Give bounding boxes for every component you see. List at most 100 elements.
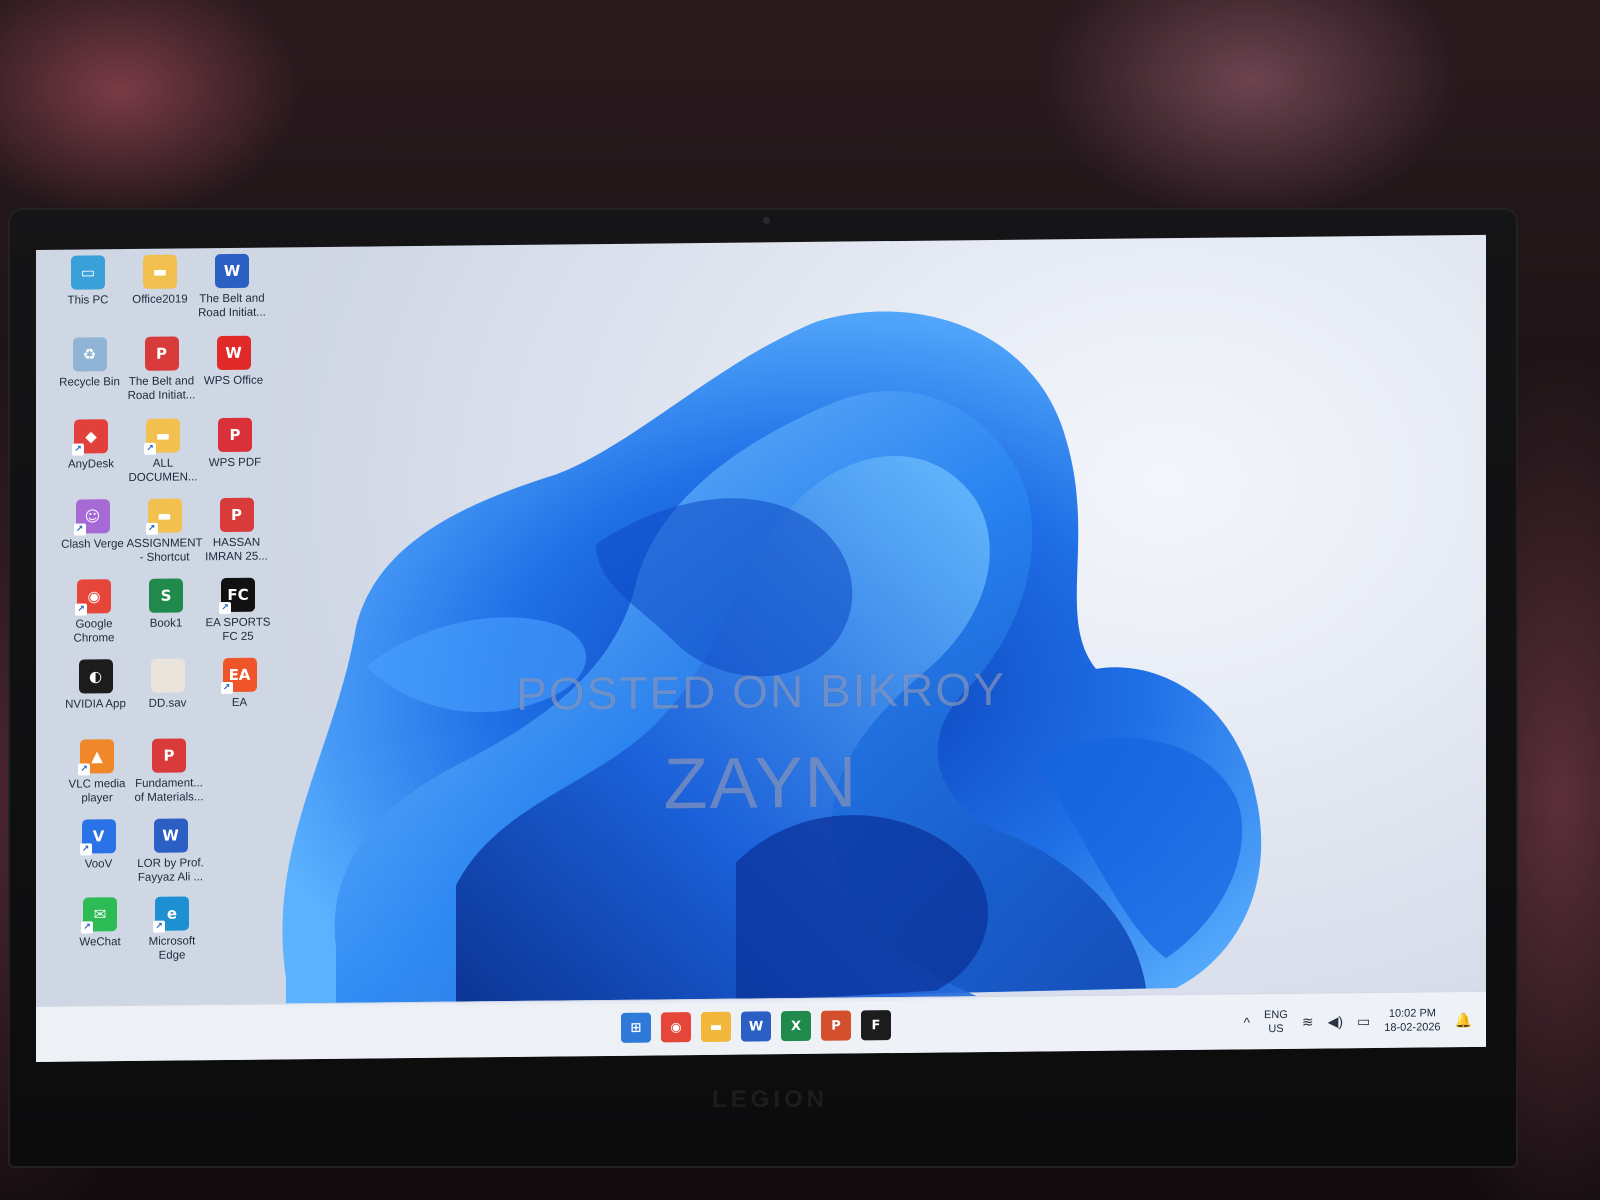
shortcut-arrow-icon: ↗ (219, 601, 231, 615)
notification-bell-icon[interactable]: 🔔 (1455, 1011, 1472, 1028)
desktop-icon-label: ASSIGNMENT - Shortcut (126, 537, 203, 564)
desktop-icon[interactable]: ✉ ↗ WeChat (62, 897, 138, 950)
system-tray: ^ ENG US ≋ ◀) ▭ 10:02 PM 18-02-2026 🔔 (1243, 1000, 1472, 1042)
keyboard-layout-code: US (1268, 1022, 1284, 1036)
desktop-icon[interactable]: ◐ NVIDIA App (58, 659, 134, 712)
show-hidden-icons-chevron-icon[interactable]: ^ (1243, 1014, 1250, 1030)
desktop-icon[interactable]: W WPS Office (196, 335, 272, 389)
folder-icon: ▬ (143, 254, 177, 289)
volume-icon[interactable]: ◀) (1328, 1013, 1343, 1030)
pdf-doc-icon: P (152, 738, 186, 773)
desktop-icon[interactable]: S Book1 (128, 578, 204, 631)
clash-verge-icon: ☺ ↗ (73, 499, 110, 536)
excel-taskbar-button[interactable]: X (781, 1010, 811, 1042)
desktop-icon[interactable]: ◆ ↗ AnyDesk (53, 419, 129, 472)
desktop-icon-label: The Belt and Road Initiat... (198, 292, 266, 320)
folder-icon: ▬ (709, 1019, 723, 1035)
desktop-icon-label: Google Chrome (73, 618, 115, 645)
shortcut-arrow-icon: ↗ (75, 603, 87, 616)
watermark-line-2: ZAYN (663, 742, 859, 825)
shortcut-arrow-icon: ↗ (145, 522, 158, 535)
desktop-icon[interactable]: ▲ ↗ VLC media player (59, 739, 135, 806)
taskbar-apps: ⊞ ◉ ▬ W X P F (621, 1010, 891, 1043)
desktop-icon-label: AnyDesk (67, 458, 115, 471)
desktop-icon-label: Recycle Bin (59, 376, 120, 389)
word-doc-icon: W (215, 253, 249, 289)
desktop-icon-label: ALL DOCUMEN... (128, 457, 198, 485)
pdf-doc-icon: P (144, 336, 179, 371)
desktop-icon[interactable]: P WPS PDF (197, 417, 273, 471)
desktop-icon-label: VLC media player (68, 778, 126, 805)
desktop-icon[interactable]: ▭ This PC (50, 255, 126, 308)
shortcut-arrow-icon: ↗ (153, 920, 165, 933)
desktop-icon-label: LOR by Prof. Fayyaz Ali ... (137, 857, 204, 884)
word-doc-icon: W (153, 818, 188, 853)
shortcut-arrow-icon: ↗ (72, 443, 84, 456)
desktop-icon-label: HASSAN IMRAN 25... (205, 536, 268, 564)
shortcut-arrow-icon: ↗ (220, 681, 233, 695)
anydesk-icon: ◆ ↗ (72, 419, 108, 456)
desktop-icon[interactable]: DD.sav (130, 658, 206, 711)
desktop-icon[interactable]: ♻ Recycle Bin (52, 337, 128, 390)
clock-time: 10:02 PM (1388, 1007, 1436, 1020)
edge-icon: e ↗ (153, 896, 189, 933)
desktop-icon[interactable]: ▬ ↗ ALL DOCUMEN... (125, 418, 201, 485)
battery-icon[interactable]: ▭ (1357, 1013, 1370, 1030)
desktop-icon-label: Book1 (149, 617, 183, 630)
desktop-icon[interactable]: P Fundament... of Materials... (131, 738, 207, 805)
ea-sports-fc-icon: FC ↗ (219, 577, 255, 615)
ea-icon: EA ↗ (220, 657, 257, 695)
language-code: ENG (1264, 1008, 1288, 1022)
voov-icon: V ↗ (79, 819, 116, 856)
figma-taskbar-button[interactable]: F (861, 1010, 891, 1041)
powerpoint-icon: P (831, 1018, 841, 1034)
desktop-screen: POSTED ON BIKROY ZAYN ▭ This PC ▬ Office201… (36, 234, 1486, 1063)
clock[interactable]: 10:02 PM 18-02-2026 (1384, 1006, 1440, 1035)
desktop-icon[interactable]: P The Belt and Road Initiat... (124, 336, 200, 403)
desktop-icon-label: Clash Verge (61, 538, 124, 551)
shortcut-arrow-icon: ↗ (144, 442, 156, 455)
desktop-icon-label: DD.sav (148, 697, 187, 710)
chrome-taskbar-button[interactable]: ◉ (661, 1012, 691, 1043)
powerpoint-taskbar-button[interactable]: P (821, 1010, 851, 1041)
chrome-icon: ◉ ↗ (75, 579, 111, 616)
file-icon (150, 658, 185, 693)
vlc-icon: ▲ ↗ (78, 739, 114, 776)
figma-icon: F (871, 1017, 881, 1033)
laptop-brand-logo: LEGION (711, 1086, 828, 1113)
folder-shortcut-icon: ▬ ↗ (144, 418, 180, 455)
input-language-indicator[interactable]: ENG US (1264, 1008, 1288, 1036)
desktop-icon[interactable]: ☺ ↗ Clash Verge (55, 499, 131, 552)
pdf-doc-icon: P (219, 497, 254, 533)
wps-pdf-icon: P (218, 417, 252, 453)
desktop-icon[interactable]: FC ↗ EA SPORTS FC 25 (200, 577, 276, 644)
word-taskbar-button[interactable]: W (741, 1011, 771, 1042)
desktop-icon[interactable]: W LOR by Prof. Fayyaz Ali ... (133, 818, 209, 885)
desktop-icon-label: WeChat (79, 936, 121, 949)
desktop-icon-label: EA SPORTS FC 25 (205, 616, 271, 644)
desktop-icon[interactable]: e ↗ Microsoft Edge (134, 896, 210, 963)
shortcut-arrow-icon: ↗ (73, 523, 86, 536)
spreadsheet-icon: S (149, 578, 183, 613)
folder-shortcut-icon: ▬ ↗ (145, 498, 182, 535)
desktop-icon-label: Microsoft Edge (148, 935, 196, 962)
desktop-icon[interactable]: EA ↗ EA (202, 657, 278, 710)
desktop-icon[interactable]: V ↗ VooV (61, 819, 137, 872)
desktop-icon[interactable]: ▬ ↗ ASSIGNMENT - Shortcut (127, 498, 203, 565)
windows-icon: ⊞ (630, 1020, 642, 1036)
desktop-icon[interactable]: ▬ Office2019 (122, 254, 198, 307)
desktop-icon[interactable]: P HASSAN IMRAN 25... (199, 497, 275, 565)
excel-icon: X (790, 1018, 802, 1034)
desktop-icon-label: Office2019 (132, 293, 188, 306)
desktop-icon[interactable]: W The Belt and Road Initiat... (194, 253, 270, 321)
desktop-icon-label: VooV (84, 858, 113, 871)
desktop-icon[interactable]: ◉ ↗ Google Chrome (56, 579, 132, 646)
nvidia-icon: ◐ (78, 659, 113, 694)
wifi-icon[interactable]: ≋ (1302, 1013, 1314, 1030)
desktop-icon-label: NVIDIA App (65, 698, 126, 711)
desktop-icon-label: WPS Office (203, 374, 264, 388)
file-explorer-button[interactable]: ▬ (701, 1011, 731, 1043)
wechat-icon: ✉ ↗ (81, 897, 117, 934)
start-button[interactable]: ⊞ (621, 1012, 651, 1043)
clock-date: 18-02-2026 (1384, 1021, 1441, 1034)
